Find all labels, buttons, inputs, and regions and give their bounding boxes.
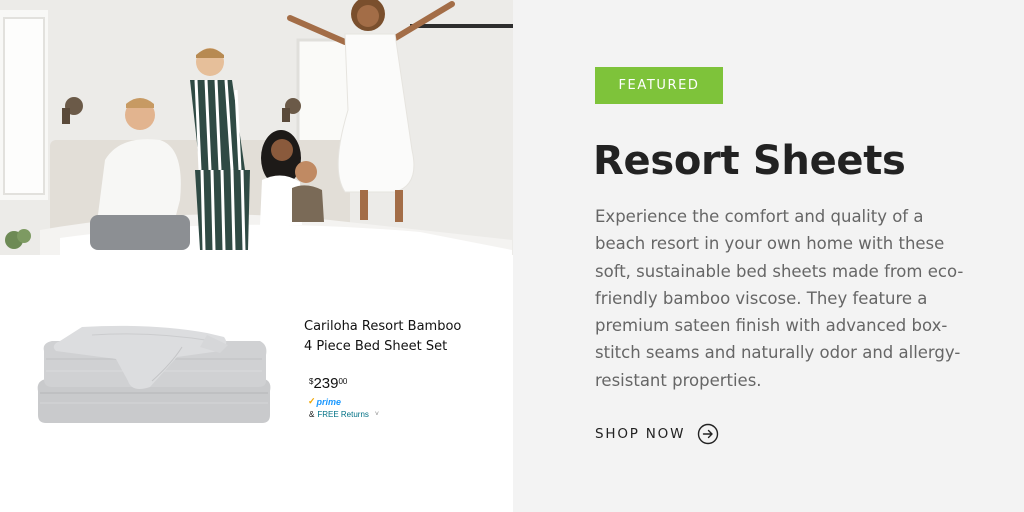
prime-check-icon: ✓ <box>308 396 316 406</box>
price-fraction: 00 <box>338 377 348 386</box>
price-currency: $ <box>309 377 314 386</box>
prime-badge: ✓ prime <box>308 396 341 407</box>
feature-panel: FEATURED Resort Sheets Experience the co… <box>513 0 1024 512</box>
prime-label: prime <box>316 396 342 407</box>
product-title[interactable]: Cariloha Resort Bamboo 4 Piece Bed Sheet… <box>304 317 504 357</box>
family-bed-photo <box>0 0 513 255</box>
product-price: $23900 <box>309 375 347 393</box>
shop-now-button[interactable]: SHOP NOW <box>595 423 719 445</box>
folded-sheets-image <box>37 325 271 423</box>
arrow-circle-right-icon[interactable] <box>697 423 719 445</box>
feature-description: Experience the comfort and quality of a … <box>595 207 964 390</box>
product-title-line1[interactable]: Cariloha Resort Bamboo <box>304 317 504 337</box>
free-returns-link[interactable]: FREE Returns <box>317 410 369 419</box>
returns-prefix: & <box>309 410 315 419</box>
price-whole: 239 <box>313 375 339 392</box>
product-title-line2[interactable]: 4 Piece Bed Sheet Set <box>304 337 504 357</box>
featured-badge: FEATURED <box>595 67 723 104</box>
product-card[interactable]: Cariloha Resort Bamboo 4 Piece Bed Sheet… <box>0 255 513 512</box>
free-returns: & FREE Returns ˅ <box>309 410 379 419</box>
hero-photo <box>0 0 513 255</box>
product-showcase: Cariloha Resort Bamboo 4 Piece Bed Sheet… <box>0 0 513 512</box>
page-title: Resort Sheets <box>593 138 906 184</box>
chevron-down-icon[interactable]: ˅ <box>375 411 379 418</box>
shop-now-label[interactable]: SHOP NOW <box>595 426 685 442</box>
